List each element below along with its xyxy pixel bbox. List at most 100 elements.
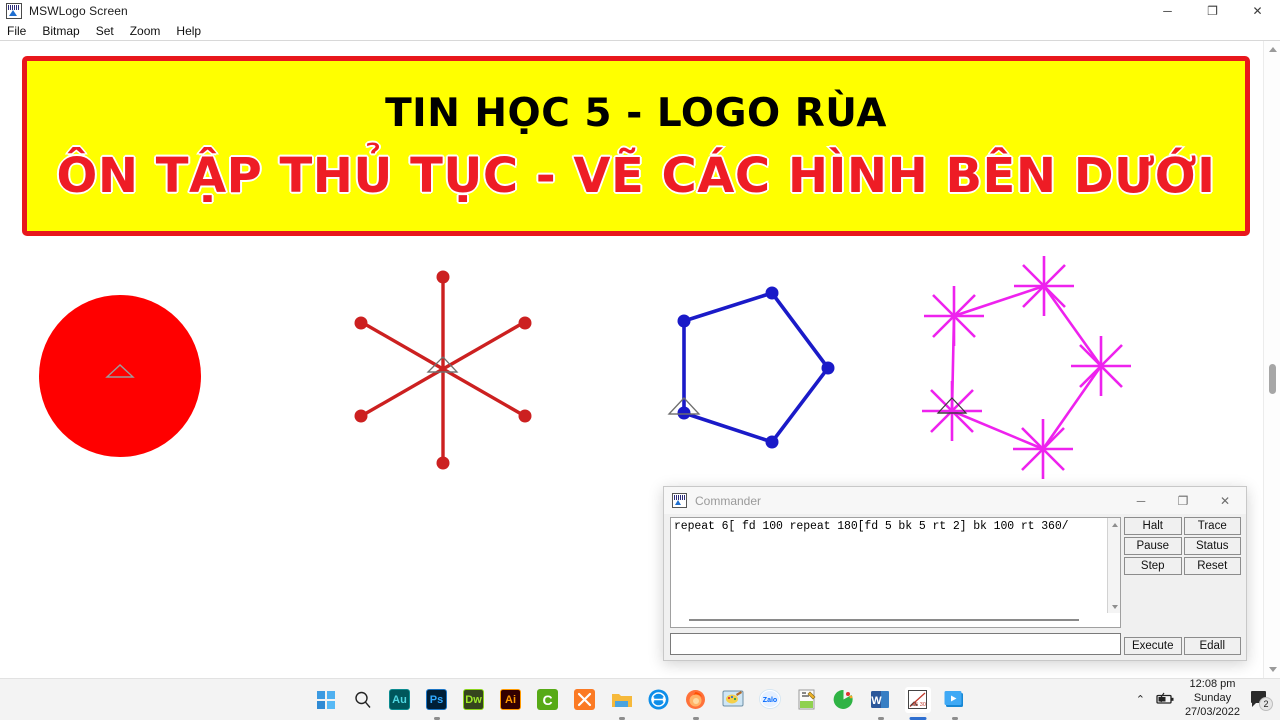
edall-button[interactable]: Edall (1183, 637, 1241, 655)
history-hscroll-track[interactable] (689, 619, 1079, 621)
taskbar-clock[interactable]: 12:08 pm Sunday 27/03/2022 (1185, 678, 1240, 719)
commander-titlebar: Commander ─ ❐ ✕ (664, 487, 1246, 514)
svg-text:45 30: 45 30 (912, 702, 926, 708)
taskbar-item-firefox[interactable] (683, 687, 709, 720)
mswlogo-icon (672, 493, 687, 508)
figure-filled-circle (39, 295, 201, 457)
status-button[interactable]: Status (1183, 537, 1241, 555)
menu-bitmap[interactable]: Bitmap (42, 23, 87, 40)
movies-icon (944, 691, 963, 707)
commander-input-wrapper[interactable] (670, 633, 1121, 655)
taskbar-item-zalo[interactable]: Zalo (757, 687, 783, 713)
mswlogo-application: MSWLogo Screen ─ ❐ ✕ File Bitmap Set Zoo… (0, 0, 1280, 720)
taskbar-item-xampp[interactable] (572, 687, 598, 713)
scroll-down-icon[interactable] (1264, 661, 1280, 678)
running-indicator (951, 716, 958, 720)
taskbar: Au Ps Dw Ai C Zalo W 45 30 ⌃ 12:08 pm Su… (0, 678, 1280, 720)
notification-center-button[interactable]: 2 (1250, 688, 1273, 711)
taskbar-item-mswlogo[interactable]: 45 30 (904, 686, 931, 720)
photoshop-icon: Ps (426, 689, 447, 710)
trace-button[interactable]: Trace (1183, 517, 1241, 535)
starburst-vertex-1 (922, 381, 982, 441)
audition-icon: Au (389, 689, 410, 710)
system-tray: ⌃ 12:08 pm Sunday 27/03/2022 2 (1136, 678, 1280, 720)
taskbar-item-movies-tv[interactable] (942, 687, 968, 720)
svg-text:W: W (871, 695, 882, 707)
history-scroll-down-icon[interactable] (1108, 600, 1120, 613)
scrollbar-thumb[interactable] (1269, 364, 1276, 394)
word-icon: W (871, 691, 889, 708)
menu-set[interactable]: Set (96, 23, 122, 40)
teamviewer-icon (648, 689, 669, 710)
running-indicator (618, 716, 625, 720)
starburst-vertex-3 (1014, 256, 1074, 316)
starburst-vertex-5 (1013, 419, 1073, 479)
figure-six-spoke-star (354, 270, 532, 470)
commander-input[interactable] (671, 634, 1120, 654)
clock-time: 12:08 pm (1189, 678, 1236, 691)
halt-button[interactable]: Halt (1124, 517, 1182, 535)
window-title: MSWLogo Screen (29, 4, 128, 18)
execute-button[interactable]: Execute (1124, 637, 1182, 655)
start-button[interactable] (313, 687, 339, 713)
document-edit-icon (798, 689, 815, 710)
canvas-vertical-scrollbar[interactable] (1263, 41, 1280, 678)
taskbar-item-photoshop[interactable]: Ps (424, 687, 450, 720)
battery-icon[interactable] (1155, 692, 1175, 706)
notification-badge: 2 (1259, 697, 1273, 711)
commander-button-row-2: Pause Status (1124, 537, 1241, 555)
illustrator-icon: Ai (500, 689, 521, 710)
taskbar-item-paint[interactable] (720, 687, 746, 713)
taskbar-item-dreamweaver[interactable]: Dw (461, 687, 487, 713)
commander-history-text: repeat 6[ fd 100 repeat 180[fd 5 bk 5 rt… (674, 520, 1069, 533)
show-hidden-icons-icon[interactable]: ⌃ (1136, 693, 1145, 706)
running-indicator (909, 716, 926, 720)
green-circle-icon (833, 689, 853, 709)
taskbar-item-audition[interactable]: Au (387, 687, 413, 713)
firefox-icon (686, 690, 705, 709)
running-indicator (692, 716, 699, 720)
step-button[interactable]: Step (1124, 557, 1182, 575)
commander-bottom-buttons: Execute Edall (1124, 637, 1241, 655)
close-button[interactable]: ✕ (1235, 0, 1280, 22)
menu-help[interactable]: Help (176, 23, 209, 40)
taskbar-item-text-editor[interactable] (794, 687, 820, 713)
commander-body: repeat 6[ fd 100 repeat 180[fd 5 bk 5 rt… (664, 514, 1246, 660)
commander-minimize-button[interactable]: ─ (1120, 487, 1162, 514)
mswlogo-icon (6, 3, 22, 19)
running-indicator (877, 716, 884, 720)
taskbar-item-green-app[interactable] (831, 687, 857, 713)
windows-logo-icon (316, 690, 335, 709)
figure-magenta-star-pentagon (922, 256, 1131, 479)
scroll-up-icon[interactable] (1264, 41, 1280, 58)
minimize-button[interactable]: ─ (1145, 0, 1190, 22)
menu-file[interactable]: File (7, 23, 34, 40)
mswlogo-icon: 45 30 (908, 690, 927, 709)
commander-window-controls: ─ ❐ ✕ (1120, 487, 1246, 514)
taskbar-item-teamviewer[interactable] (646, 687, 672, 713)
taskbar-item-word[interactable]: W (868, 687, 894, 720)
taskbar-item-camtasia[interactable]: C (535, 687, 561, 713)
commander-maximize-button[interactable]: ❐ (1162, 487, 1204, 514)
starburst-vertex-4 (1071, 336, 1131, 396)
search-icon (354, 691, 371, 708)
reset-button[interactable]: Reset (1183, 557, 1241, 575)
history-scroll-up-icon[interactable] (1108, 518, 1120, 531)
history-vertical-scrollbar[interactable] (1107, 518, 1120, 613)
menu-zoom[interactable]: Zoom (130, 23, 169, 40)
search-button[interactable] (350, 687, 376, 713)
commander-history-pane[interactable]: repeat 6[ fd 100 repeat 180[fd 5 bk 5 rt… (670, 517, 1121, 628)
menubar: File Bitmap Set Zoom Help (0, 22, 1280, 40)
history-horizontal-scrollbar[interactable] (671, 613, 1107, 627)
pause-button[interactable]: Pause (1124, 537, 1182, 555)
commander-close-button[interactable]: ✕ (1204, 487, 1246, 514)
taskbar-item-file-explorer[interactable] (609, 687, 635, 720)
clock-date: 27/03/2022 (1184, 705, 1240, 718)
starburst-vertex-2 (924, 286, 984, 346)
taskbar-item-illustrator[interactable]: Ai (498, 687, 524, 713)
commander-title: Commander (695, 493, 762, 508)
xampp-icon (574, 689, 595, 710)
clock-day: Sunday (1193, 692, 1232, 705)
restore-button[interactable]: ❐ (1190, 0, 1235, 22)
figure-blue-pentagon (677, 286, 835, 449)
